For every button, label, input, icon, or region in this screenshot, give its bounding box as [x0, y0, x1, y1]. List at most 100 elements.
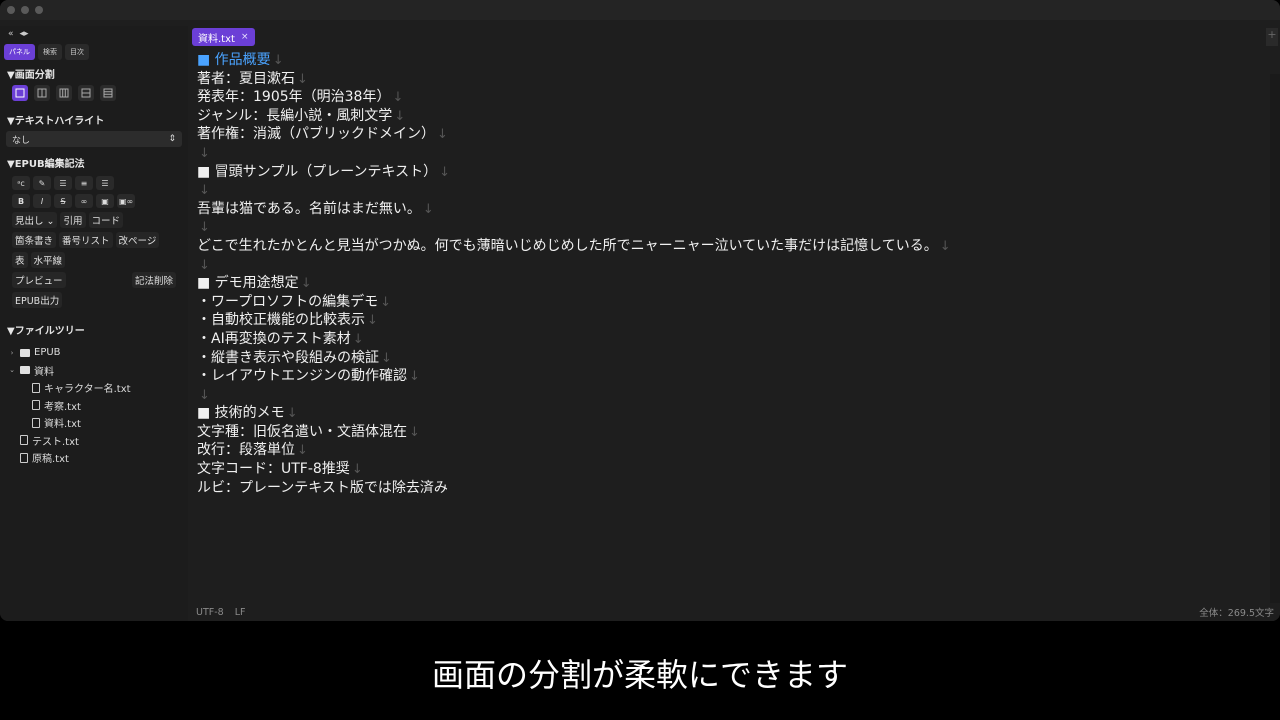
delete-markup-button[interactable]: 記法削除 [131, 272, 176, 288]
file-icon [32, 417, 40, 428]
split-three-columns-button[interactable] [56, 85, 72, 101]
file-icon [32, 400, 40, 411]
text-line[interactable]: ・レイアウトエンジンの動作確認 ↓ [197, 367, 951, 386]
close-tab-icon[interactable]: × [241, 32, 249, 42]
numbered-list-button[interactable]: 番号リスト [59, 232, 113, 248]
return-mark-icon: ↓ [272, 53, 284, 68]
text-line[interactable]: 改行：段落単位 ↓ [197, 441, 951, 460]
tab-panel[interactable]: パネル [4, 44, 35, 60]
text-line[interactable]: ジャンル：長編小説・風刺文学 ↓ [197, 107, 951, 126]
text-line[interactable]: 発表年：1905年（明治38年） ↓ [197, 88, 951, 107]
line-text: ・縦書き表示や段組みの検証 [197, 349, 379, 366]
highlight-select[interactable]: なし ⇕ [6, 131, 182, 147]
bold-icon[interactable]: B [12, 194, 30, 208]
section-epub-heading[interactable]: ▼EPUB編集記法 [0, 151, 188, 171]
zoom-window-button[interactable] [35, 6, 43, 14]
quote-button[interactable]: 引用 [60, 212, 86, 228]
return-mark-icon: ↓ [381, 350, 392, 366]
preview-button[interactable]: プレビュー [12, 272, 66, 288]
format-row-5: 表 水平線 [0, 250, 188, 270]
tree-folder-epub[interactable]: › EPUB [8, 344, 188, 362]
text-line[interactable]: ↓ [197, 256, 951, 275]
text-line[interactable]: ↓ [197, 386, 951, 405]
section-tree-heading[interactable]: ▼ファイルツリー [0, 318, 188, 338]
text-line[interactable]: ↓ [197, 218, 951, 237]
tree-item-label: 原稿.txt [32, 454, 69, 466]
text-line[interactable]: 著者：夏目漱石 ↓ [197, 70, 951, 89]
file-tab-shiryo[interactable]: 資料.txt × [192, 28, 255, 46]
scrollbar[interactable] [1270, 74, 1280, 603]
newline-label[interactable]: LF [235, 607, 246, 618]
align-left-icon[interactable]: ☰ [54, 176, 72, 190]
text-line[interactable]: ・ワープロソフトの編集デモ ↓ [197, 293, 951, 312]
line-text: ■ 冒頭サンプル（プレーンテキスト） [197, 163, 438, 180]
return-mark-icon: ↓ [422, 201, 434, 217]
text-line[interactable]: どこで生れたかとんと見当がつかぬ。何でも薄暗いじめじめした所でニャーニャー泣いて… [197, 237, 951, 256]
link-icon[interactable]: ∞ [75, 194, 93, 208]
text-line[interactable]: 吾輩は猫である。名前はまだ無い。 ↓ [197, 200, 951, 219]
text-line[interactable]: 文字コード：UTF-8推奨 ↓ [197, 460, 951, 479]
tree-folder-shiryo[interactable]: ⌄ 資料 [8, 362, 188, 380]
minimize-window-button[interactable] [21, 6, 29, 14]
text-line[interactable]: ■ 冒頭サンプル（プレーンテキスト） ↓ [197, 163, 951, 182]
section-split-heading[interactable]: ▼画面分割 [0, 62, 188, 82]
text-line[interactable]: ■ 作品概要 ↓ [197, 51, 951, 70]
tab-toc[interactable]: 目次 [65, 44, 89, 60]
split-two-columns-button[interactable] [34, 85, 50, 101]
line-text: 改行：段落単位 [197, 442, 295, 459]
text-line[interactable]: ルビ：プレーンテキスト版では除去済み [197, 479, 951, 498]
code-button[interactable]: コード [88, 212, 124, 228]
encoding-label[interactable]: UTF-8 [196, 607, 224, 618]
text-line[interactable]: ・縦書き表示や段組みの検証 ↓ [197, 349, 951, 368]
text-line[interactable]: ↓ [197, 144, 951, 163]
tree-file-genkou[interactable]: 原稿.txt [8, 449, 188, 467]
text-content[interactable]: ■ 作品概要 ↓ 著者：夏目漱石 ↓ 発表年：1905年（明治38年） ↓ ジャンル：長編小… [197, 51, 951, 497]
text-line[interactable]: ・自動校正機能の比較表示 ↓ [197, 311, 951, 330]
align-center-icon[interactable]: ≡ [75, 176, 93, 190]
return-mark-icon: ↓ [437, 127, 448, 143]
text-line[interactable]: ■ 技術的メモ ↓ [197, 404, 951, 423]
section-highlight-heading[interactable]: ▼テキストハイライト [0, 108, 188, 128]
split-two-rows-button[interactable] [78, 85, 94, 101]
chevron-down-icon[interactable]: ⌄ [8, 366, 16, 374]
bullet-list-button[interactable]: 箇条書き [12, 232, 57, 248]
add-tab-button[interactable]: + [1266, 28, 1278, 46]
table-button[interactable]: 表 [12, 252, 28, 268]
return-mark-icon: ↓ [394, 108, 406, 124]
tree-file-test[interactable]: テスト.txt [8, 432, 188, 450]
tab-search[interactable]: 検索 [38, 44, 62, 60]
tree-file-character-names[interactable]: キャラクター名.txt [8, 379, 188, 397]
close-window-button[interactable] [7, 6, 15, 14]
collapse-sidebar-icon[interactable]: « [8, 29, 14, 39]
strikethrough-icon[interactable]: S [54, 194, 72, 208]
page-break-button[interactable]: 改ページ [115, 232, 160, 248]
sidebar-tabs: パネル 検索 目次 [0, 42, 188, 62]
image-icon[interactable]: ▣ [96, 194, 114, 208]
tree-file-kousatsu[interactable]: 考察.txt [8, 397, 188, 415]
three-rows-icon [103, 88, 113, 98]
char-count: 全体：269.5文字 [1199, 608, 1274, 619]
chevron-right-icon[interactable]: › [8, 349, 16, 357]
text-line[interactable]: ■ デモ用途想定 ↓ [197, 274, 951, 293]
line-text: 著作権：消滅（パブリックドメイン） [197, 126, 435, 143]
italic-icon[interactable]: I [33, 194, 51, 208]
align-right-icon[interactable]: ☰ [96, 176, 114, 190]
text-line[interactable]: ・AI再変換のテスト素材 ↓ [197, 330, 951, 349]
format-row-7: EPUB出力 [0, 290, 188, 310]
split-three-rows-button[interactable] [100, 85, 116, 101]
sidebar: « ◂▸ パネル 検索 目次 ▼画面分割 ▼テキストハイライト なし ⇕ ▼EP… [0, 26, 188, 621]
emphasis-pen-icon[interactable]: ✎ [33, 176, 51, 190]
ruby-icon[interactable]: ᵃc [12, 176, 30, 190]
swap-panels-icon[interactable]: ◂▸ [20, 29, 29, 39]
return-mark-icon: ↓ [380, 294, 392, 310]
text-line[interactable]: 文字種：旧仮名遣い・文語体混在 ↓ [197, 423, 951, 442]
split-single-button[interactable] [12, 85, 28, 101]
title-bar [0, 0, 1280, 20]
text-line[interactable]: ↓ [197, 181, 951, 200]
epub-export-button[interactable]: EPUB出力 [12, 292, 63, 308]
image-link-icon[interactable]: ▣∞ [117, 194, 136, 208]
horizontal-rule-button[interactable]: 水平線 [30, 252, 66, 268]
heading-dropdown[interactable]: 見出し ⌄ [12, 212, 58, 228]
text-line[interactable]: 著作権：消滅（パブリックドメイン） ↓ [197, 125, 951, 144]
tree-file-shiryo[interactable]: 資料.txt [8, 414, 188, 432]
